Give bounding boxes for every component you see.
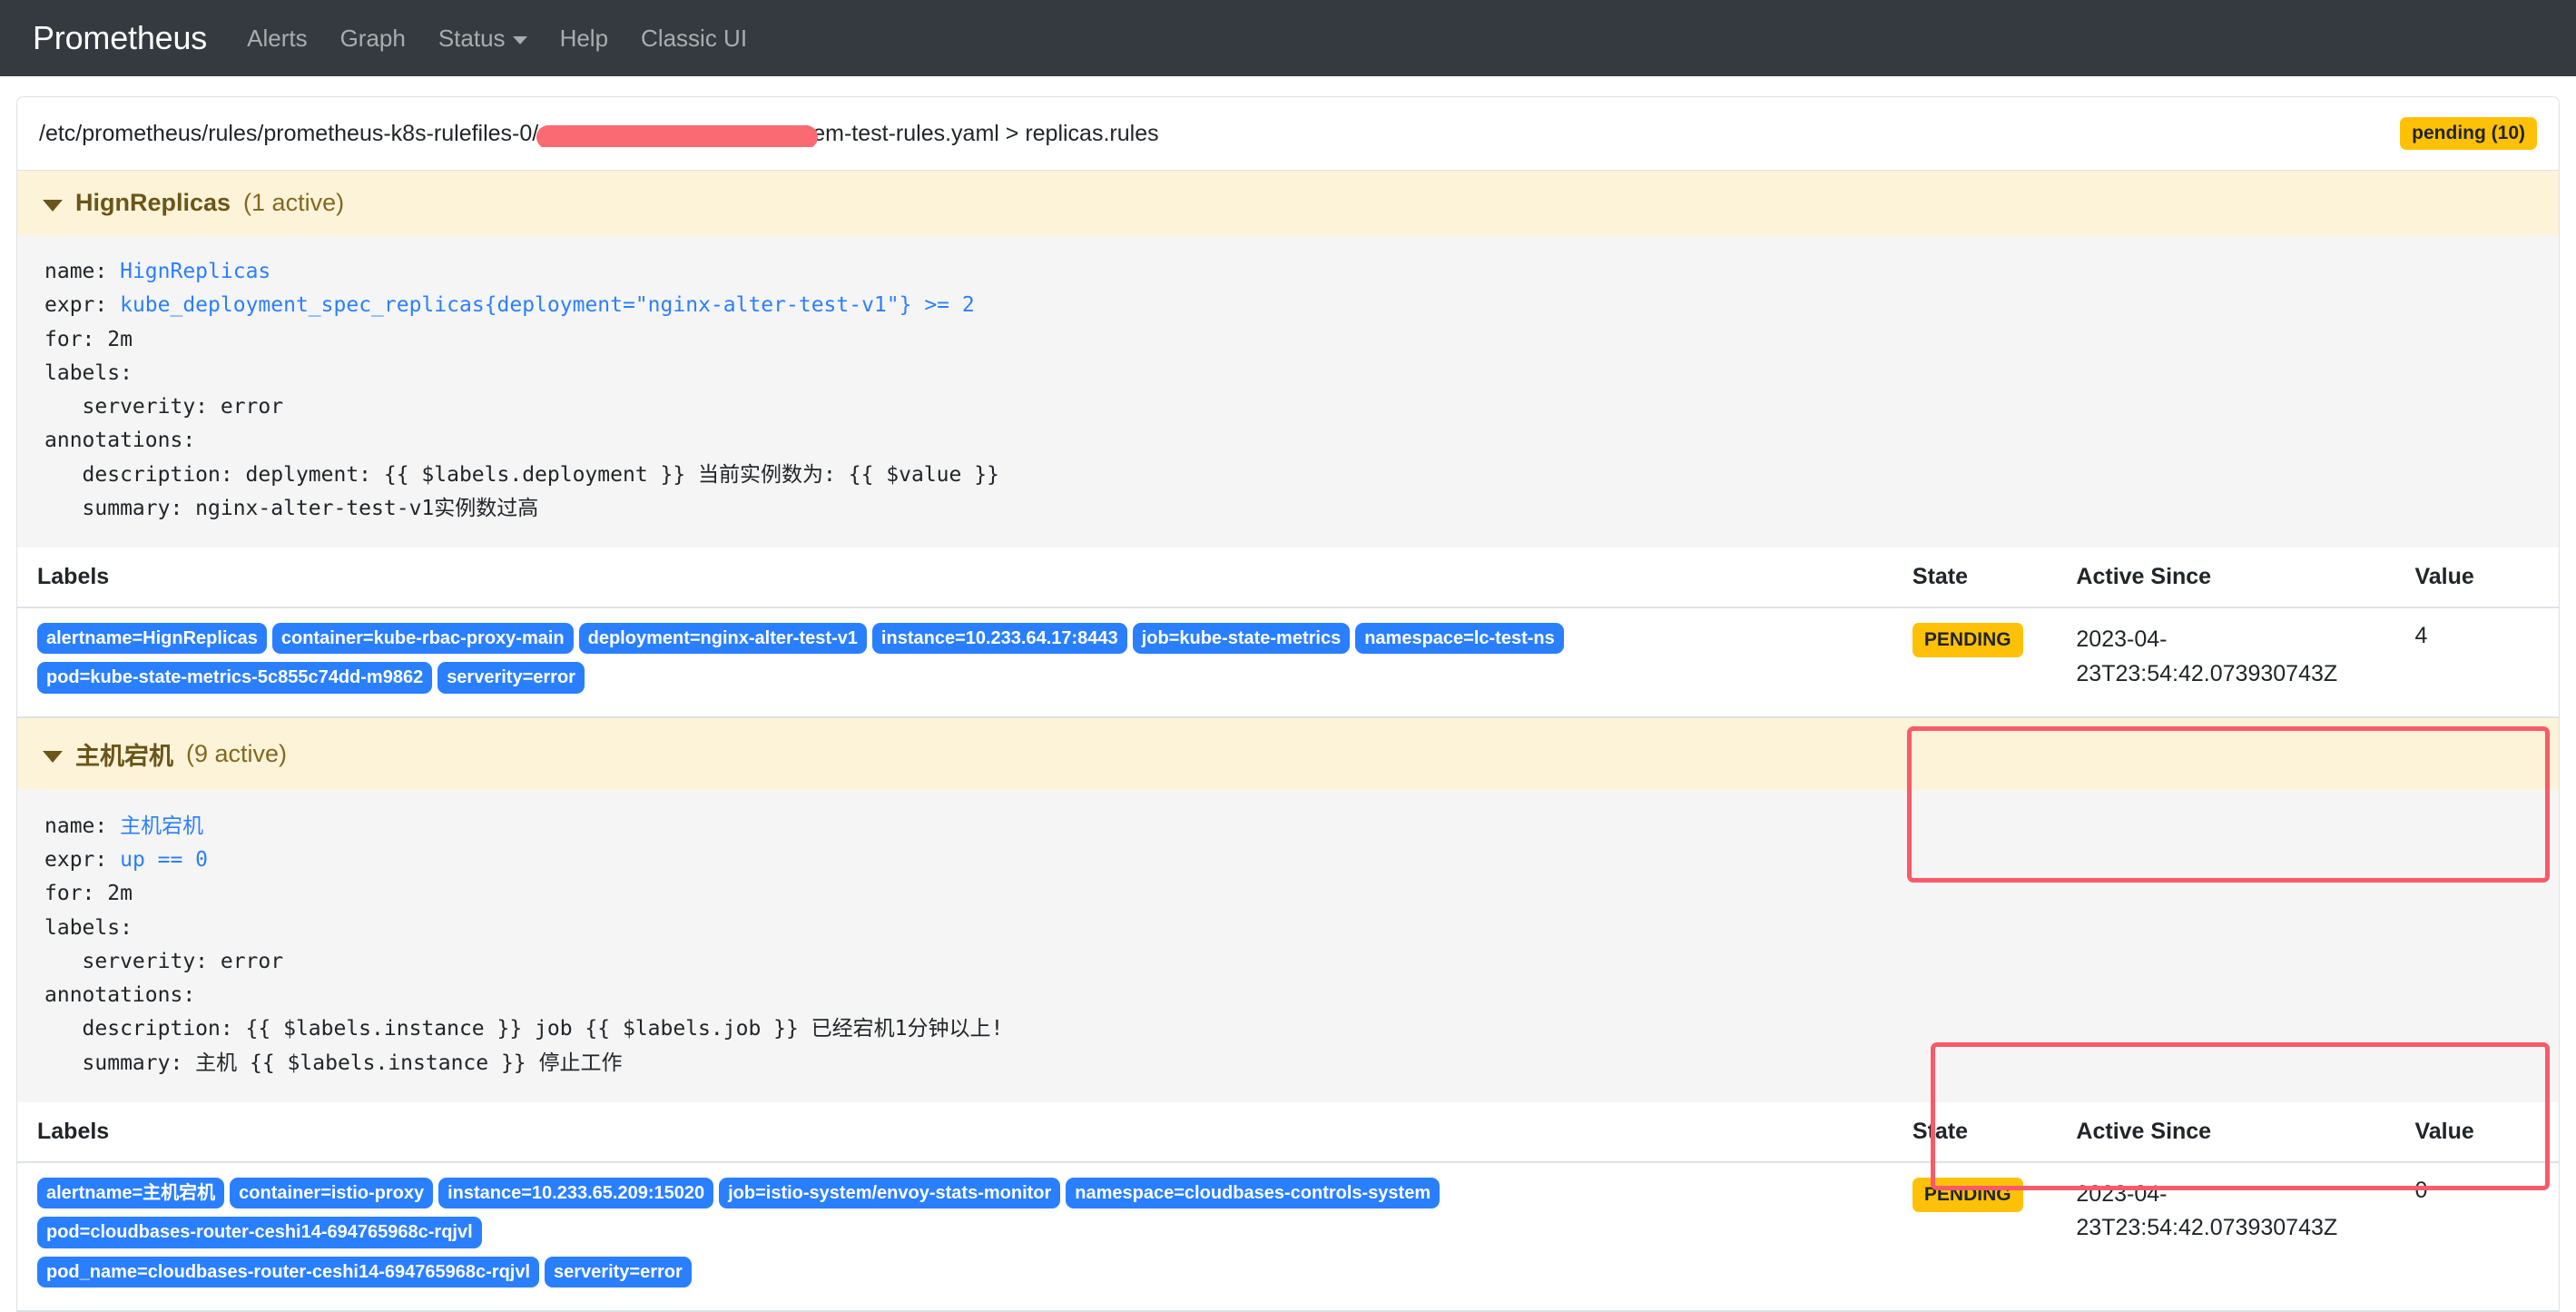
label-badge[interactable]: pod_name=cloudbases-router-ceshi14-69476… xyxy=(37,1256,540,1287)
alert-value-cell: 4 xyxy=(2394,607,2559,717)
rule-definition-hignreplicas: name: HignReplicas expr: kube_deployment… xyxy=(17,235,2559,547)
group-header-host-down[interactable]: 主机宕机 (9 active) xyxy=(17,717,2559,790)
nav-link-classic-ui-label: Classic UI xyxy=(641,24,748,52)
group-active-count: (9 active) xyxy=(186,739,288,767)
rule-name-key: name: xyxy=(44,814,121,838)
group-name: 主机宕机 xyxy=(75,742,173,770)
rule-file-path: /etc/prometheus/rules/prometheus-k8s-rul… xyxy=(39,121,1159,147)
alert-group-host-down: 主机宕机 (9 active) name: 主机宕机 expr: up == 0… xyxy=(16,717,2560,1312)
nav-link-status[interactable]: Status xyxy=(438,25,527,53)
col-header-active-since: Active Since xyxy=(2056,547,2395,608)
rule-expr-key: expr: xyxy=(44,293,121,318)
nav-link-alerts-label: Alerts xyxy=(247,24,308,52)
rule-definition-host-down: name: 主机宕机 expr: up == 0 for: 2m labels:… xyxy=(17,789,2559,1102)
alert-group-hignreplicas: HignReplicas (1 active) name: HignReplic… xyxy=(16,171,2560,883)
rule-expr-value: up == 0 xyxy=(120,848,209,873)
rule-expr-value: kube_deployment_spec_replicas{deployment… xyxy=(120,293,975,318)
alerts-table-hignreplicas: Labels State Active Since Value alertnam… xyxy=(17,547,2559,717)
rule-annotations-line: annotations: xyxy=(44,983,196,1008)
rule-annotations-line: annotations: xyxy=(44,429,196,453)
label-badge[interactable]: alertname=HignReplicas xyxy=(37,623,267,655)
status-badge: PENDING xyxy=(1912,623,2023,657)
label-badge[interactable]: container=kube-rbac-proxy-main xyxy=(271,623,574,655)
table-row: alertname=HignReplicas container=kube-rba… xyxy=(17,607,2559,717)
nav-link-status-label: Status xyxy=(438,24,506,52)
label-badge[interactable]: container=istio-proxy xyxy=(230,1177,434,1209)
page-content: /etc/prometheus/rules/prometheus-k8s-rul… xyxy=(0,96,2576,1312)
label-badge[interactable]: serverity=error xyxy=(438,662,585,694)
active-since-value: 2023-04-23T23:54:42.073930743Z xyxy=(2076,626,2338,686)
alert-active-since-cell: 2023-04-23T23:54:42.073930743Z xyxy=(2056,607,2395,717)
label-badge[interactable]: namespace=cloudbases-controls-system xyxy=(1066,1177,1440,1209)
redaction-mark xyxy=(536,125,819,147)
rule-labels-line: labels: xyxy=(44,360,133,385)
col-header-active-since: Active Since xyxy=(2056,1101,2395,1163)
table-header-row: Labels State Active Since Value xyxy=(17,1101,2559,1163)
alert-state-cell: PENDING xyxy=(1892,1161,2057,1311)
col-header-state: State xyxy=(1892,547,2057,608)
label-badge[interactable]: job=kube-state-metrics xyxy=(1132,623,1351,655)
table-header-row: Labels State Active Since Value xyxy=(17,547,2559,608)
col-header-value: Value xyxy=(2394,1101,2559,1163)
nav-link-help[interactable]: Help xyxy=(560,25,608,53)
label-badge[interactable]: instance=10.233.65.209:15020 xyxy=(438,1177,714,1209)
alerts-table-host-down: Labels State Active Since Value alertnam… xyxy=(17,1101,2559,1311)
label-badge[interactable]: serverity=error xyxy=(545,1256,692,1287)
table-row: alertname=主机宕机 container=istio-proxy insta… xyxy=(17,1161,2559,1311)
nav-link-graph-label: Graph xyxy=(339,24,406,52)
alert-labels-cell: alertname=主机宕机 container=istio-proxy insta… xyxy=(17,1161,1893,1311)
label-badge[interactable]: namespace=lc-test-ns xyxy=(1355,623,1564,655)
rule-description-line: description: deplyment: {{ $labels.deplo… xyxy=(44,462,999,487)
rule-labels-line: labels: xyxy=(44,915,133,940)
nav-link-alerts[interactable]: Alerts xyxy=(247,25,307,53)
active-since-value: 2023-04-23T23:54:42.073930743Z xyxy=(2076,1180,2338,1241)
rule-for-line: for: 2m xyxy=(44,327,133,351)
top-navbar: Prometheus Alerts Graph Status Help Clas… xyxy=(0,0,2576,76)
rule-description-line: description: {{ $labels.instance }} job … xyxy=(44,1017,1004,1041)
rule-severity-line: serverity: error xyxy=(44,395,284,419)
alert-value-cell: 0 xyxy=(2394,1161,2559,1311)
label-badge[interactable]: alertname=主机宕机 xyxy=(37,1177,225,1209)
chevron-down-icon xyxy=(512,35,527,44)
chevron-down-icon xyxy=(43,200,63,212)
col-header-value: Value xyxy=(2394,547,2559,608)
rule-name-value: 主机宕机 xyxy=(120,814,204,838)
alert-active-since-cell: 2023-04-23T23:54:42.073930743Z xyxy=(2056,1161,2395,1311)
rule-file-path-prefix: /etc/prometheus/rules/prometheus-k8s-rul… xyxy=(39,120,539,146)
col-header-state: State xyxy=(1892,1101,2057,1163)
rule-name-value: HignReplicas xyxy=(120,260,271,283)
status-badge: PENDING xyxy=(1912,1177,2023,1212)
label-badge[interactable]: pod=kube-state-metrics-5c855c74dd-m9862 xyxy=(37,662,433,694)
rule-file-path-suffix: em-test-rules.yaml > replicas.rules xyxy=(812,120,1159,146)
col-header-labels: Labels xyxy=(17,1101,1893,1163)
col-header-labels: Labels xyxy=(17,547,1893,608)
brand-logo[interactable]: Prometheus xyxy=(33,19,207,57)
nav-links: Alerts Graph Status Help Classic UI xyxy=(247,25,747,53)
group-name: HignReplicas xyxy=(75,189,231,216)
label-badge[interactable]: deployment=nginx-alter-test-v1 xyxy=(578,623,867,655)
group-active-count: (1 active) xyxy=(243,189,345,216)
label-badge[interactable]: pod=cloudbases-router-ceshi14-694765968c… xyxy=(37,1217,482,1248)
group-header-hignreplicas[interactable]: HignReplicas (1 active) xyxy=(17,171,2559,235)
nav-link-graph[interactable]: Graph xyxy=(340,25,406,53)
rule-summary-line: summary: nginx-alter-test-v1实例数过高 xyxy=(44,496,539,520)
status-badge: pending (10) xyxy=(2400,117,2537,150)
chevron-down-icon xyxy=(43,750,63,763)
rule-expr-key: expr: xyxy=(44,848,121,873)
rule-for-line: for: 2m xyxy=(44,882,133,906)
rule-severity-line: serverity: error xyxy=(44,949,284,973)
rule-file-header: /etc/prometheus/rules/prometheus-k8s-rul… xyxy=(16,96,2560,171)
rule-name-key: name: xyxy=(44,260,121,283)
nav-link-classic-ui[interactable]: Classic UI xyxy=(641,25,747,53)
label-badge[interactable]: job=istio-system/envoy-stats-monitor xyxy=(719,1177,1061,1209)
rule-summary-line: summary: 主机 {{ $labels.instance }} 停止工作 xyxy=(44,1051,623,1075)
nav-link-help-label: Help xyxy=(559,24,609,52)
alert-labels-cell: alertname=HignReplicas container=kube-rba… xyxy=(17,607,1893,717)
alert-state-cell: PENDING xyxy=(1892,607,2057,717)
label-badge[interactable]: instance=10.233.64.17:8443 xyxy=(871,623,1127,655)
